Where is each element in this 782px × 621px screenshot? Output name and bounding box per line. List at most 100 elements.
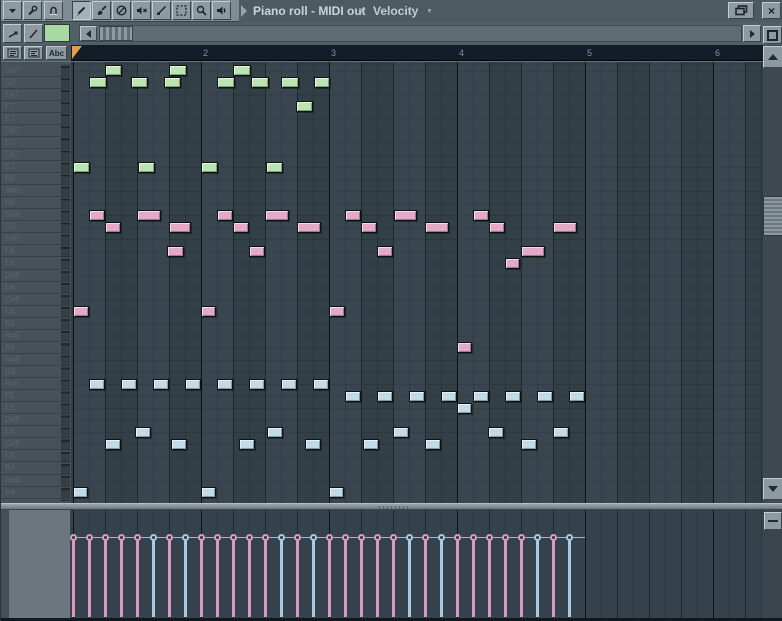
piano-key-D#6[interactable]: D#6 — [1, 270, 71, 282]
velocity-handle[interactable] — [534, 534, 541, 541]
note-C#5[interactable] — [305, 439, 321, 450]
note-C#5[interactable] — [105, 439, 121, 450]
velocity-stem[interactable] — [456, 540, 459, 617]
piano-key-C#5[interactable]: C#5 — [1, 438, 71, 450]
note-F#5[interactable] — [313, 379, 329, 390]
note-F5[interactable] — [505, 391, 521, 402]
velocity-stem[interactable] — [232, 540, 235, 617]
velocity-stem[interactable] — [200, 540, 203, 617]
piano-key-D#5[interactable]: D#5 — [1, 414, 71, 426]
velocity-stem[interactable] — [504, 540, 507, 617]
note-D5[interactable] — [393, 427, 409, 438]
timeline[interactable]: 23456 — [71, 45, 763, 61]
piano-key-G#7[interactable]: G#7 — [1, 65, 71, 77]
velocity-stem[interactable] — [328, 540, 331, 617]
portamento-button[interactable] — [24, 24, 43, 43]
note-G6[interactable] — [297, 222, 321, 233]
note-F5[interactable] — [537, 391, 553, 402]
note-F#5[interactable] — [249, 379, 265, 390]
velocity-stem[interactable] — [488, 540, 491, 617]
note-C6[interactable] — [201, 306, 216, 317]
delete-button[interactable] — [112, 1, 131, 20]
velocity-stem[interactable] — [520, 540, 523, 617]
piano-key-A4[interactable]: A4 — [1, 487, 71, 499]
note-E6[interactable] — [505, 258, 520, 269]
tools-button[interactable] — [23, 1, 42, 20]
piano-key-G#5[interactable]: G#5 — [1, 354, 71, 366]
velocity-handle[interactable] — [438, 534, 445, 541]
slide-note-button[interactable] — [3, 24, 22, 43]
note-color-swatch[interactable] — [44, 24, 70, 42]
velocity-stem[interactable] — [184, 540, 187, 617]
velocity-handle[interactable] — [390, 534, 397, 541]
detach-button[interactable] — [728, 2, 754, 19]
note-F5[interactable] — [473, 391, 489, 402]
note-G6[interactable] — [105, 222, 121, 233]
velocity-handle[interactable] — [278, 534, 285, 541]
velocity-stem[interactable] — [472, 540, 475, 617]
velocity-stem[interactable] — [552, 540, 555, 617]
horizontal-scrollbar[interactable] — [79, 25, 742, 42]
piano-key-G6[interactable]: G6 — [1, 221, 71, 233]
velocity-stem[interactable] — [88, 540, 91, 617]
velocity-handle[interactable] — [166, 534, 173, 541]
note-G7[interactable] — [131, 77, 148, 88]
note-C#5[interactable] — [239, 439, 255, 450]
note-F#5[interactable] — [185, 379, 201, 390]
scroll-left-button[interactable] — [80, 26, 97, 41]
note-G#6[interactable] — [137, 210, 161, 221]
velocity-stem[interactable] — [440, 540, 443, 617]
velocity-handle[interactable] — [182, 534, 189, 541]
note-F#5[interactable] — [153, 379, 169, 390]
velocity-handle[interactable] — [70, 534, 77, 541]
piano-key-D7[interactable]: D7 — [1, 137, 71, 149]
abc-keyboard-button[interactable]: Abc — [46, 46, 67, 60]
note-G6[interactable] — [553, 222, 577, 233]
velocity-handle[interactable] — [246, 534, 253, 541]
piano-key-A6[interactable]: A6 — [1, 197, 71, 209]
piano-key-A#6[interactable]: A#6 — [1, 185, 71, 197]
note-F5[interactable] — [409, 391, 425, 402]
velocity-editor[interactable] — [71, 510, 763, 618]
velocity-stem[interactable] — [312, 540, 315, 617]
note-F#5[interactable] — [121, 379, 137, 390]
velocity-handle[interactable] — [86, 534, 93, 541]
note-G7[interactable] — [281, 77, 299, 88]
scroll-right-button[interactable] — [743, 25, 761, 42]
note-D5[interactable] — [135, 427, 151, 438]
note-C#5[interactable] — [425, 439, 441, 450]
note-grid[interactable] — [71, 61, 763, 503]
note-G7[interactable] — [314, 77, 330, 88]
note-A4[interactable] — [201, 487, 216, 498]
piano-key-A#5[interactable]: A#5 — [1, 330, 71, 342]
velocity-stem[interactable] — [568, 540, 571, 617]
vertical-scroll-thumb[interactable] — [763, 196, 782, 236]
piano-key-A5[interactable]: A5 — [1, 342, 71, 354]
velocity-handle[interactable] — [566, 534, 573, 541]
piano-key-F7[interactable]: F7 — [1, 101, 71, 113]
mode-selector[interactable]: Velocity — [373, 4, 418, 18]
note-D5[interactable] — [553, 427, 569, 438]
note-F7[interactable] — [296, 101, 313, 112]
piano-key-B6[interactable]: B6 — [1, 173, 71, 185]
piano-key-D#7[interactable]: D#7 — [1, 125, 71, 137]
note-D5[interactable] — [488, 427, 504, 438]
piano-key-E5[interactable]: E5 — [1, 402, 71, 414]
velocity-handle[interactable] — [198, 534, 205, 541]
piano-key-A#4[interactable]: A#4 — [1, 475, 71, 487]
note-G7[interactable] — [217, 77, 235, 88]
note-F5[interactable] — [441, 391, 457, 402]
note-G7[interactable] — [164, 77, 181, 88]
piano-key-D6[interactable]: D6 — [1, 282, 71, 294]
note-C6[interactable] — [329, 306, 345, 317]
note-G7[interactable] — [89, 77, 107, 88]
note-F5[interactable] — [569, 391, 585, 402]
slice-button[interactable] — [152, 1, 171, 20]
note-G7[interactable] — [251, 77, 269, 88]
note-F6[interactable] — [377, 246, 393, 257]
velocity-stem[interactable] — [152, 540, 155, 617]
velocity-handle[interactable] — [406, 534, 413, 541]
close-button[interactable]: × — [762, 2, 781, 19]
velocity-handle[interactable] — [326, 534, 333, 541]
horizontal-scroll-thumb[interactable] — [99, 26, 133, 41]
